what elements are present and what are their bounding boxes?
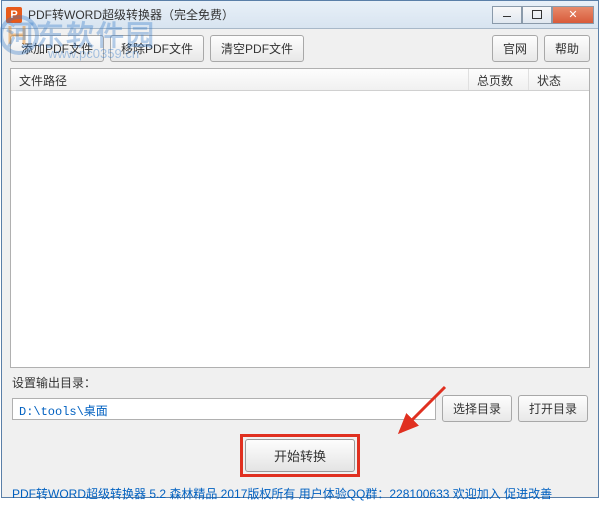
col-header-pages[interactable]: 总页数 [469,69,529,90]
file-list: 文件路径 总页数 状态 [10,68,590,368]
output-section: 设置输出目录： D:\tools\桌面 选择目录 打开目录 [2,368,598,424]
add-pdf-button[interactable]: 添加PDF文件 [10,35,104,62]
convert-row: 开始转换 [2,424,598,483]
close-button[interactable] [552,6,594,24]
col-header-path[interactable]: 文件路径 [11,69,469,90]
official-site-button[interactable]: 官网 [492,35,538,62]
app-icon: P [6,7,22,23]
window-controls [492,6,594,24]
col-header-status[interactable]: 状态 [529,69,589,90]
minimize-button[interactable] [492,6,522,24]
window-title: PDF转WORD超级转换器（完全免费） [28,6,492,23]
output-path-field[interactable]: D:\tools\桌面 [12,398,436,420]
choose-dir-button[interactable]: 选择目录 [442,395,512,422]
toolbar: 添加PDF文件 移除PDF文件 清空PDF文件 官网 帮助 [2,29,598,68]
remove-pdf-button[interactable]: 移除PDF文件 [110,35,204,62]
start-convert-button[interactable]: 开始转换 [245,439,355,472]
convert-highlight-box: 开始转换 [240,434,360,477]
open-dir-button[interactable]: 打开目录 [518,395,588,422]
footer-text: PDF转WORD超级转换器 5.2 森林精品 2017版权所有 用户体验QQ群：… [2,483,598,508]
output-label: 设置输出目录： [12,374,588,391]
help-button[interactable]: 帮助 [544,35,590,62]
list-header: 文件路径 总页数 状态 [11,69,589,91]
list-body[interactable] [11,91,589,367]
titlebar: P PDF转WORD超级转换器（完全免费） [2,1,598,29]
clear-pdf-button[interactable]: 清空PDF文件 [210,35,304,62]
maximize-button[interactable] [522,6,552,24]
